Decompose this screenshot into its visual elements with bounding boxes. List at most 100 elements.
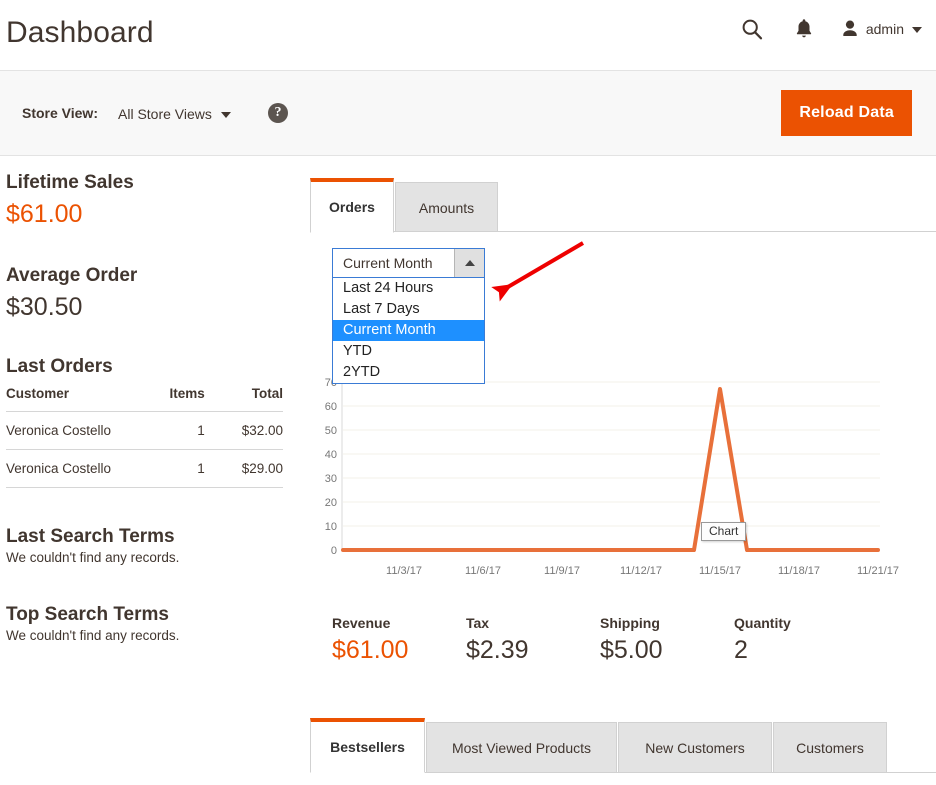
svg-text:0: 0 — [331, 545, 337, 557]
last-search-terms-empty: We couldn't find any records. — [6, 550, 180, 565]
dashboard-main: Orders Amounts 70 60 50 40 30 20 10 0 11… — [310, 178, 936, 773]
last-search-terms-block: Last Search Terms We couldn't find any r… — [6, 526, 290, 565]
svg-text:11/18/17: 11/18/17 — [778, 565, 820, 577]
orders-chart: 70 60 50 40 30 20 10 0 11/3/17 11/6/17 1… — [310, 377, 936, 593]
chart-y-ticks: 70 60 50 40 30 20 10 0 — [325, 377, 337, 557]
last-orders-table: Customer Items Total Veronica Costello 1… — [6, 386, 283, 488]
period-select[interactable]: Current Month — [332, 248, 485, 278]
chevron-up-glyph — [464, 260, 475, 266]
user-avatar-icon — [843, 20, 857, 36]
notifications-bell-icon[interactable] — [778, 12, 830, 46]
dashboard-page: Dashboard admin Store View: All Store Vi… — [0, 0, 936, 785]
admin-username-label: admin — [865, 21, 904, 37]
chevron-up-icon[interactable] — [454, 249, 484, 277]
tabs-underline — [310, 231, 936, 232]
last-orders-title: Last Orders — [6, 356, 113, 377]
top-search-terms-title: Top Search Terms — [6, 604, 169, 625]
lifetime-sales-title: Lifetime Sales — [6, 172, 134, 193]
cell-items: 1 — [148, 449, 227, 488]
column-header-customer: Customer — [6, 386, 149, 412]
period-select-value: Current Month — [343, 255, 433, 271]
kpi-shipping: Shipping $5.00 — [600, 615, 734, 665]
reload-data-button[interactable]: Reload Data — [781, 90, 912, 136]
chart-gridlines — [343, 381, 880, 527]
store-view-label: Store View: — [22, 105, 98, 121]
admin-user-menu[interactable]: admin — [830, 12, 922, 46]
store-view-switcher[interactable]: All Store Views — [118, 106, 231, 122]
kpi-shipping-label: Shipping — [600, 615, 660, 631]
tab-amounts-label: Amounts — [418, 199, 475, 216]
period-select-wrapper: Current Month Last 24 Hours Last 7 Days … — [332, 248, 485, 384]
tab-most-viewed-products[interactable]: Most Viewed Products — [426, 722, 617, 772]
option-ytd[interactable]: YTD — [333, 341, 484, 362]
tab-customers-label: Customers — [796, 739, 864, 756]
tab-orders[interactable]: Orders — [310, 178, 394, 233]
table-header-row: Customer Items Total — [6, 386, 283, 412]
search-icon-glyph — [742, 19, 762, 40]
question-mark-icon[interactable]: ? — [268, 103, 288, 123]
cell-customer: Veronica Costello — [6, 449, 149, 488]
lifetime-sales-block: Lifetime Sales $61.00 — [0, 170, 290, 230]
lifetime-sales-value: $61.00 — [6, 200, 83, 228]
chart-tooltip: Chart — [701, 522, 747, 541]
chart-x-ticks: 11/3/17 11/6/17 11/9/17 11/12/17 11/15/1… — [386, 565, 899, 577]
last-search-terms-title: Last Search Terms — [6, 526, 175, 547]
dashboard-sidebar: Lifetime Sales $61.00 Average Order $30.… — [0, 170, 290, 643]
cell-total: $32.00 — [226, 411, 283, 450]
page-title: Dashboard — [6, 16, 154, 49]
tab-new-customers-label: New Customers — [645, 739, 745, 756]
svg-text:10: 10 — [325, 521, 337, 533]
header-actions: admin — [726, 12, 922, 46]
last-orders-block: Last Orders Customer Items Total Veronic… — [0, 356, 290, 488]
bell-icon-glyph — [796, 19, 812, 38]
option-2ytd[interactable]: 2YTD — [333, 362, 484, 383]
option-last-7-days[interactable]: Last 7 Days — [333, 299, 484, 320]
kpi-quantity: Quantity 2 — [734, 615, 868, 665]
kpi-quantity-value: 2 — [734, 636, 748, 664]
store-view-value: All Store Views — [118, 106, 212, 122]
tab-amounts[interactable]: Amounts — [395, 182, 498, 232]
average-order-block: Average Order $30.50 — [0, 263, 290, 323]
tab-new-customers[interactable]: New Customers — [618, 722, 772, 772]
annotation-arrow-line — [491, 241, 585, 302]
cell-items: 1 — [148, 411, 227, 450]
average-order-value: $30.50 — [6, 293, 83, 321]
chevron-down-icon — [912, 27, 922, 33]
cell-customer: Veronica Costello — [6, 411, 149, 450]
kpi-revenue: Revenue $61.00 — [332, 615, 466, 665]
svg-text:40: 40 — [325, 449, 337, 461]
option-last-24-hours[interactable]: Last 24 Hours — [333, 278, 484, 299]
kpi-tax-value: $2.39 — [466, 636, 529, 664]
kpi-revenue-label: Revenue — [332, 615, 391, 631]
period-select-options: Last 24 Hours Last 7 Days Current Month … — [332, 278, 485, 384]
kpi-tax-label: Tax — [466, 615, 490, 631]
tab-bestsellers-label: Bestsellers — [330, 739, 405, 755]
svg-text:50: 50 — [325, 425, 337, 437]
kpi-shipping-value: $5.00 — [600, 636, 663, 664]
table-row[interactable]: Veronica Costello 1 $32.00 — [6, 411, 283, 450]
kpi-revenue-value: $61.00 — [332, 636, 409, 664]
top-search-terms-block: Top Search Terms We couldn't find any re… — [6, 604, 290, 643]
cell-total: $29.00 — [226, 449, 283, 488]
svg-text:30: 30 — [325, 473, 337, 485]
grid-tabs: Bestsellers Most Viewed Products New Cus… — [310, 718, 936, 774]
svg-text:11/6/17: 11/6/17 — [465, 565, 501, 577]
tab-bestsellers[interactable]: Bestsellers — [310, 718, 425, 773]
tab-orders-label: Orders — [329, 199, 375, 215]
svg-text:11/12/17: 11/12/17 — [620, 565, 662, 577]
svg-text:60: 60 — [325, 401, 337, 413]
chart-kpis: Revenue $61.00 Tax $2.39 Shipping $5.00 … — [332, 615, 936, 665]
tab-customers[interactable]: Customers — [773, 722, 887, 772]
chart-tabs: Orders Amounts — [310, 178, 936, 233]
page-header: Dashboard admin — [0, 0, 936, 70]
column-header-total: Total — [226, 386, 283, 412]
option-current-month[interactable]: Current Month — [333, 320, 484, 341]
svg-text:11/15/17: 11/15/17 — [699, 565, 741, 577]
svg-text:11/3/17: 11/3/17 — [386, 565, 422, 577]
search-icon[interactable] — [726, 12, 778, 46]
average-order-title: Average Order — [6, 265, 138, 286]
table-row[interactable]: Veronica Costello 1 $29.00 — [6, 449, 283, 488]
svg-text:20: 20 — [325, 497, 337, 509]
